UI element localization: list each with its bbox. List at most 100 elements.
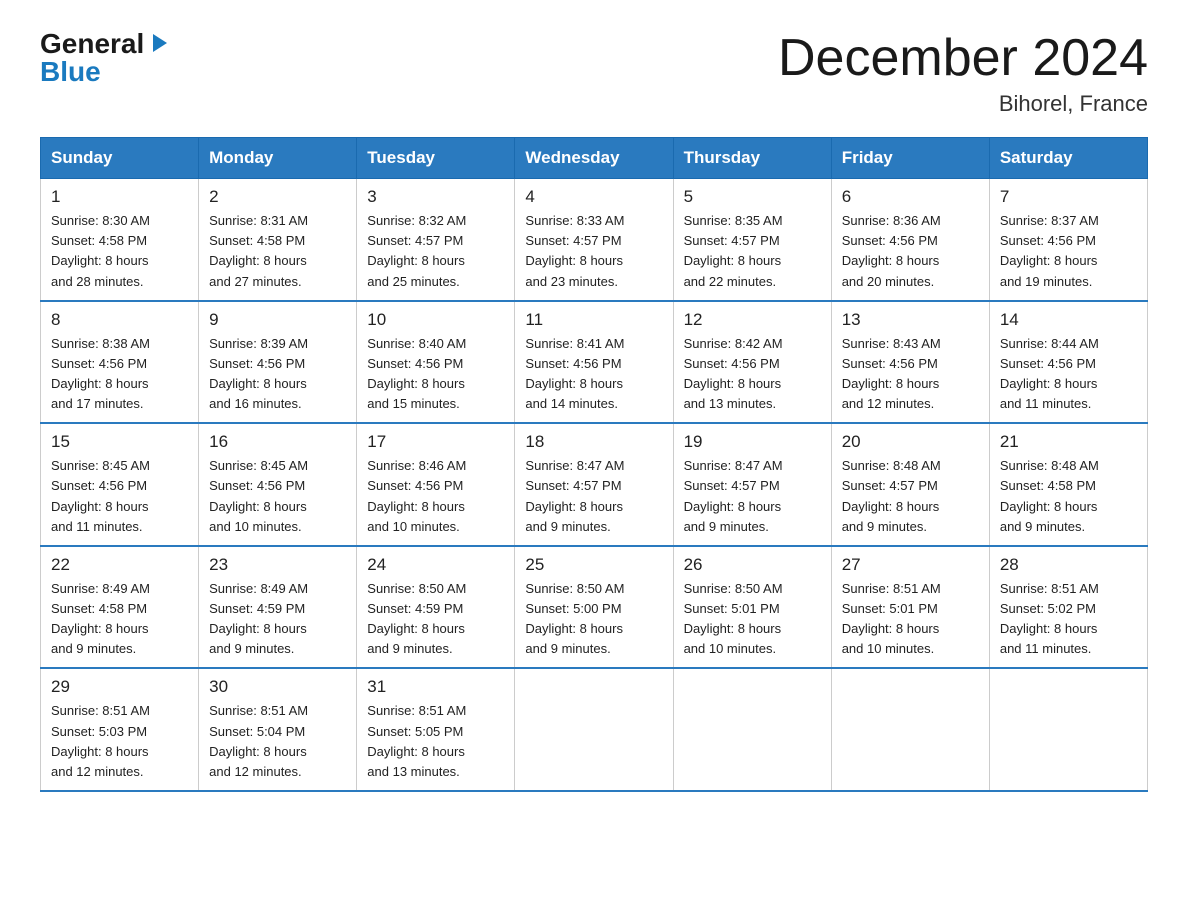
day-number: 23 bbox=[209, 555, 346, 575]
day-number: 18 bbox=[525, 432, 662, 452]
calendar-week-row: 8 Sunrise: 8:38 AM Sunset: 4:56 PM Dayli… bbox=[41, 301, 1148, 424]
day-info: Sunrise: 8:50 AM Sunset: 5:01 PM Dayligh… bbox=[684, 581, 783, 656]
table-row: 9 Sunrise: 8:39 AM Sunset: 4:56 PM Dayli… bbox=[199, 301, 357, 424]
calendar-subtitle: Bihorel, France bbox=[778, 91, 1148, 117]
table-row: 17 Sunrise: 8:46 AM Sunset: 4:56 PM Dayl… bbox=[357, 423, 515, 546]
table-row: 27 Sunrise: 8:51 AM Sunset: 5:01 PM Dayl… bbox=[831, 546, 989, 669]
table-row bbox=[673, 668, 831, 791]
day-number: 12 bbox=[684, 310, 821, 330]
logo-blue-text: Blue bbox=[40, 56, 101, 87]
table-row: 24 Sunrise: 8:50 AM Sunset: 4:59 PM Dayl… bbox=[357, 546, 515, 669]
day-number: 3 bbox=[367, 187, 504, 207]
day-info: Sunrise: 8:32 AM Sunset: 4:57 PM Dayligh… bbox=[367, 213, 466, 288]
table-row: 14 Sunrise: 8:44 AM Sunset: 4:56 PM Dayl… bbox=[989, 301, 1147, 424]
calendar-week-row: 22 Sunrise: 8:49 AM Sunset: 4:58 PM Dayl… bbox=[41, 546, 1148, 669]
header-thursday: Thursday bbox=[673, 138, 831, 179]
calendar-week-row: 1 Sunrise: 8:30 AM Sunset: 4:58 PM Dayli… bbox=[41, 179, 1148, 301]
day-info: Sunrise: 8:41 AM Sunset: 4:56 PM Dayligh… bbox=[525, 336, 624, 411]
table-row: 30 Sunrise: 8:51 AM Sunset: 5:04 PM Dayl… bbox=[199, 668, 357, 791]
day-number: 24 bbox=[367, 555, 504, 575]
logo-arrow-icon bbox=[147, 32, 169, 58]
table-row: 12 Sunrise: 8:42 AM Sunset: 4:56 PM Dayl… bbox=[673, 301, 831, 424]
table-row: 5 Sunrise: 8:35 AM Sunset: 4:57 PM Dayli… bbox=[673, 179, 831, 301]
header-tuesday: Tuesday bbox=[357, 138, 515, 179]
day-info: Sunrise: 8:51 AM Sunset: 5:03 PM Dayligh… bbox=[51, 703, 150, 778]
header-saturday: Saturday bbox=[989, 138, 1147, 179]
header-sunday: Sunday bbox=[41, 138, 199, 179]
day-number: 2 bbox=[209, 187, 346, 207]
day-number: 16 bbox=[209, 432, 346, 452]
table-row: 25 Sunrise: 8:50 AM Sunset: 5:00 PM Dayl… bbox=[515, 546, 673, 669]
table-row: 31 Sunrise: 8:51 AM Sunset: 5:05 PM Dayl… bbox=[357, 668, 515, 791]
table-row: 29 Sunrise: 8:51 AM Sunset: 5:03 PM Dayl… bbox=[41, 668, 199, 791]
day-number: 27 bbox=[842, 555, 979, 575]
table-row: 21 Sunrise: 8:48 AM Sunset: 4:58 PM Dayl… bbox=[989, 423, 1147, 546]
day-info: Sunrise: 8:50 AM Sunset: 4:59 PM Dayligh… bbox=[367, 581, 466, 656]
day-number: 25 bbox=[525, 555, 662, 575]
logo: General Blue bbox=[40, 30, 169, 86]
day-info: Sunrise: 8:51 AM Sunset: 5:01 PM Dayligh… bbox=[842, 581, 941, 656]
day-info: Sunrise: 8:45 AM Sunset: 4:56 PM Dayligh… bbox=[51, 458, 150, 533]
day-info: Sunrise: 8:49 AM Sunset: 4:58 PM Dayligh… bbox=[51, 581, 150, 656]
table-row: 22 Sunrise: 8:49 AM Sunset: 4:58 PM Dayl… bbox=[41, 546, 199, 669]
day-number: 9 bbox=[209, 310, 346, 330]
day-info: Sunrise: 8:47 AM Sunset: 4:57 PM Dayligh… bbox=[525, 458, 624, 533]
day-info: Sunrise: 8:31 AM Sunset: 4:58 PM Dayligh… bbox=[209, 213, 308, 288]
day-info: Sunrise: 8:37 AM Sunset: 4:56 PM Dayligh… bbox=[1000, 213, 1099, 288]
table-row bbox=[989, 668, 1147, 791]
day-number: 17 bbox=[367, 432, 504, 452]
day-number: 4 bbox=[525, 187, 662, 207]
table-row: 28 Sunrise: 8:51 AM Sunset: 5:02 PM Dayl… bbox=[989, 546, 1147, 669]
day-info: Sunrise: 8:35 AM Sunset: 4:57 PM Dayligh… bbox=[684, 213, 783, 288]
day-number: 19 bbox=[684, 432, 821, 452]
day-number: 26 bbox=[684, 555, 821, 575]
table-row: 16 Sunrise: 8:45 AM Sunset: 4:56 PM Dayl… bbox=[199, 423, 357, 546]
table-row: 19 Sunrise: 8:47 AM Sunset: 4:57 PM Dayl… bbox=[673, 423, 831, 546]
table-row: 11 Sunrise: 8:41 AM Sunset: 4:56 PM Dayl… bbox=[515, 301, 673, 424]
day-number: 28 bbox=[1000, 555, 1137, 575]
day-number: 8 bbox=[51, 310, 188, 330]
day-number: 31 bbox=[367, 677, 504, 697]
calendar-title: December 2024 bbox=[778, 30, 1148, 87]
table-row: 13 Sunrise: 8:43 AM Sunset: 4:56 PM Dayl… bbox=[831, 301, 989, 424]
table-row: 7 Sunrise: 8:37 AM Sunset: 4:56 PM Dayli… bbox=[989, 179, 1147, 301]
day-info: Sunrise: 8:46 AM Sunset: 4:56 PM Dayligh… bbox=[367, 458, 466, 533]
table-row: 4 Sunrise: 8:33 AM Sunset: 4:57 PM Dayli… bbox=[515, 179, 673, 301]
day-number: 15 bbox=[51, 432, 188, 452]
day-number: 30 bbox=[209, 677, 346, 697]
day-info: Sunrise: 8:51 AM Sunset: 5:02 PM Dayligh… bbox=[1000, 581, 1099, 656]
table-row: 10 Sunrise: 8:40 AM Sunset: 4:56 PM Dayl… bbox=[357, 301, 515, 424]
day-number: 6 bbox=[842, 187, 979, 207]
table-row: 1 Sunrise: 8:30 AM Sunset: 4:58 PM Dayli… bbox=[41, 179, 199, 301]
day-info: Sunrise: 8:50 AM Sunset: 5:00 PM Dayligh… bbox=[525, 581, 624, 656]
day-info: Sunrise: 8:42 AM Sunset: 4:56 PM Dayligh… bbox=[684, 336, 783, 411]
day-info: Sunrise: 8:48 AM Sunset: 4:58 PM Dayligh… bbox=[1000, 458, 1099, 533]
page-header: General Blue December 2024 Bihorel, Fran… bbox=[40, 30, 1148, 117]
day-info: Sunrise: 8:30 AM Sunset: 4:58 PM Dayligh… bbox=[51, 213, 150, 288]
day-info: Sunrise: 8:49 AM Sunset: 4:59 PM Dayligh… bbox=[209, 581, 308, 656]
day-number: 10 bbox=[367, 310, 504, 330]
day-info: Sunrise: 8:40 AM Sunset: 4:56 PM Dayligh… bbox=[367, 336, 466, 411]
day-info: Sunrise: 8:51 AM Sunset: 5:04 PM Dayligh… bbox=[209, 703, 308, 778]
table-row: 18 Sunrise: 8:47 AM Sunset: 4:57 PM Dayl… bbox=[515, 423, 673, 546]
day-info: Sunrise: 8:47 AM Sunset: 4:57 PM Dayligh… bbox=[684, 458, 783, 533]
day-number: 13 bbox=[842, 310, 979, 330]
title-block: December 2024 Bihorel, France bbox=[778, 30, 1148, 117]
day-number: 11 bbox=[525, 310, 662, 330]
table-row bbox=[515, 668, 673, 791]
day-number: 7 bbox=[1000, 187, 1137, 207]
table-row: 2 Sunrise: 8:31 AM Sunset: 4:58 PM Dayli… bbox=[199, 179, 357, 301]
day-info: Sunrise: 8:43 AM Sunset: 4:56 PM Dayligh… bbox=[842, 336, 941, 411]
day-number: 21 bbox=[1000, 432, 1137, 452]
day-info: Sunrise: 8:36 AM Sunset: 4:56 PM Dayligh… bbox=[842, 213, 941, 288]
table-row: 6 Sunrise: 8:36 AM Sunset: 4:56 PM Dayli… bbox=[831, 179, 989, 301]
day-info: Sunrise: 8:39 AM Sunset: 4:56 PM Dayligh… bbox=[209, 336, 308, 411]
header-wednesday: Wednesday bbox=[515, 138, 673, 179]
calendar-table: Sunday Monday Tuesday Wednesday Thursday… bbox=[40, 137, 1148, 792]
day-number: 22 bbox=[51, 555, 188, 575]
day-number: 1 bbox=[51, 187, 188, 207]
day-info: Sunrise: 8:33 AM Sunset: 4:57 PM Dayligh… bbox=[525, 213, 624, 288]
day-number: 5 bbox=[684, 187, 821, 207]
day-info: Sunrise: 8:38 AM Sunset: 4:56 PM Dayligh… bbox=[51, 336, 150, 411]
table-row: 3 Sunrise: 8:32 AM Sunset: 4:57 PM Dayli… bbox=[357, 179, 515, 301]
